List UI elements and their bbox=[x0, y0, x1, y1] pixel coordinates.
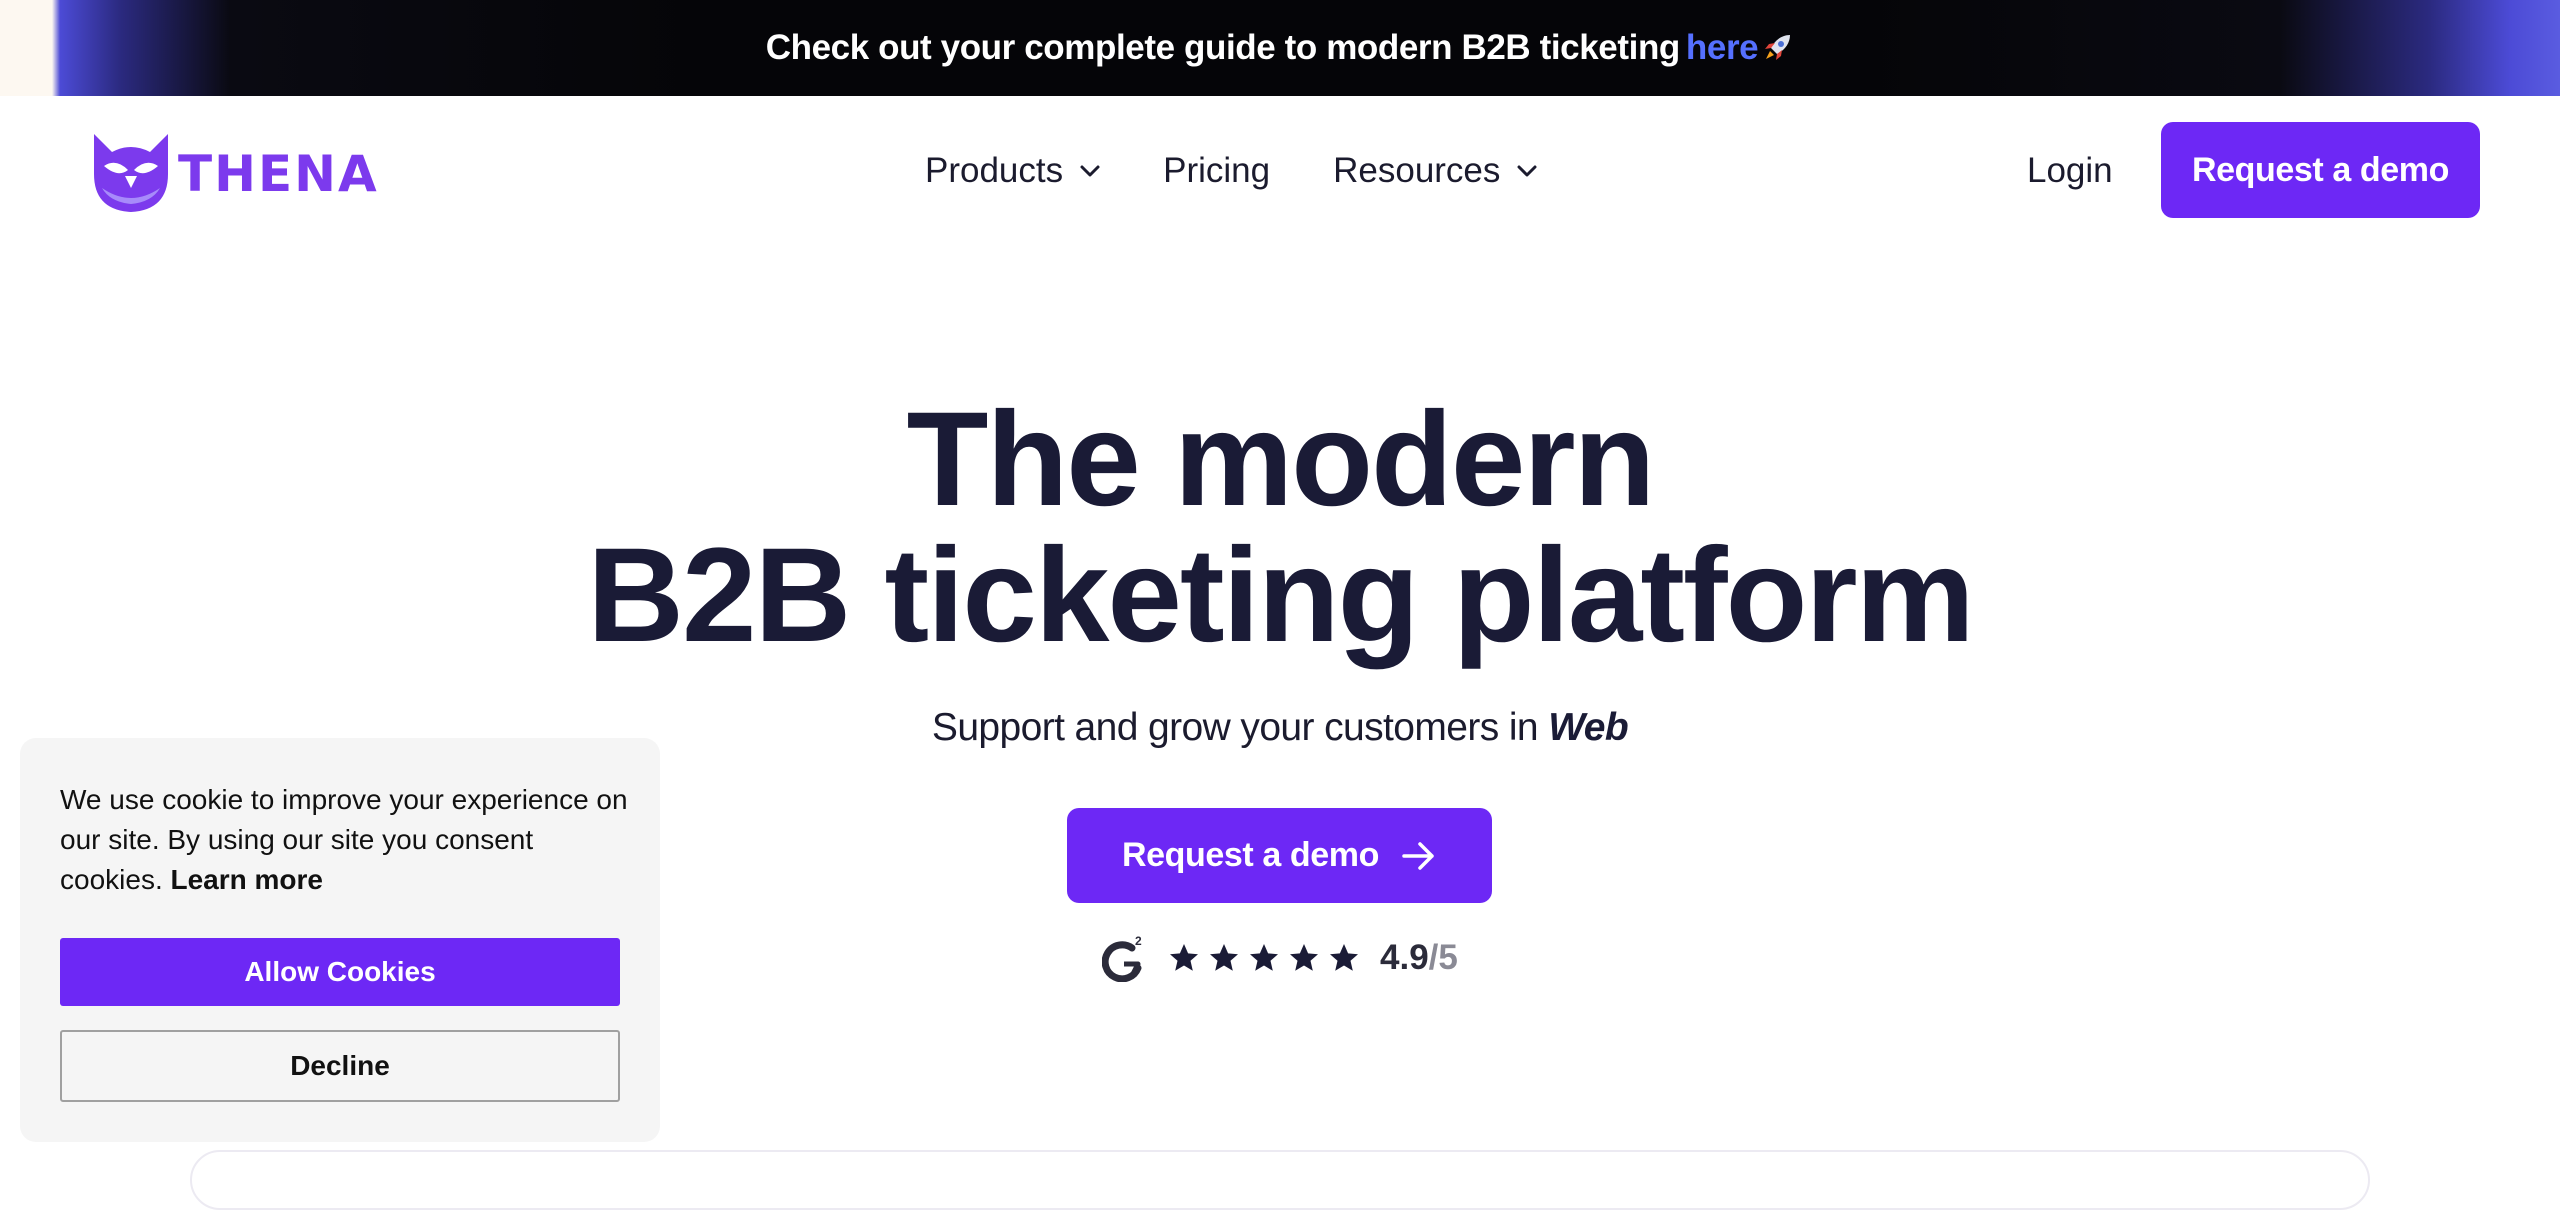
cookie-banner: We use cookie to improve your experience… bbox=[20, 738, 660, 1142]
request-demo-label: Request a demo bbox=[1121, 836, 1380, 874]
announcement-content: Check out your complete guide to modern … bbox=[0, 0, 2560, 96]
nav-menu: Products Pricing Resources bbox=[925, 96, 1538, 246]
request-demo-button-nav[interactable]: Request a demo bbox=[2161, 122, 2480, 218]
hero-title-line2: B2B ticketing platform bbox=[587, 521, 1975, 670]
login-link[interactable]: Login bbox=[2027, 96, 2113, 246]
announcement-text: Check out your complete guide to modern … bbox=[765, 28, 1681, 67]
nav-item-label: Resources bbox=[1333, 151, 1501, 190]
hero-subtitle-rotating-word: Web bbox=[1548, 706, 1629, 749]
g2-icon: 2 bbox=[1102, 934, 1142, 982]
star-icon bbox=[1290, 944, 1318, 971]
star-icon bbox=[1170, 944, 1198, 971]
product-preview-card bbox=[190, 1150, 2370, 1210]
star-icon bbox=[1210, 944, 1238, 971]
decline-cookies-button[interactable]: Decline bbox=[60, 1030, 620, 1102]
announcement-link[interactable]: here bbox=[1686, 28, 1759, 68]
rating-max: /5 bbox=[1428, 938, 1458, 977]
nav-item-resources[interactable]: Resources bbox=[1333, 151, 1538, 191]
learn-more-link[interactable]: Learn more bbox=[171, 864, 324, 895]
announcement-bar: Check out your complete guide to modern … bbox=[0, 0, 2560, 96]
cookie-message: We use cookie to improve your experience… bbox=[60, 780, 630, 900]
owl-logo-icon bbox=[94, 134, 168, 212]
chevron-down-icon bbox=[1080, 165, 1100, 177]
hero-subtitle-text: Support and grow your customers in bbox=[931, 706, 1539, 749]
allow-cookies-button[interactable]: Allow Cookies bbox=[60, 938, 620, 1006]
logo[interactable]: THENA bbox=[90, 130, 379, 214]
star-icon bbox=[1330, 944, 1358, 971]
request-demo-button-hero[interactable]: Request a demo bbox=[1067, 808, 1492, 903]
cookie-text: We use cookie to improve your experience… bbox=[60, 784, 628, 895]
logo-text: THENA bbox=[178, 145, 379, 203]
arrow-right-icon bbox=[1402, 841, 1434, 870]
chevron-down-icon bbox=[1517, 165, 1537, 177]
rating-value: 4.9 bbox=[1380, 938, 1429, 977]
star-icon bbox=[1250, 944, 1278, 971]
nav-item-label: Products bbox=[925, 151, 1064, 190]
navbar: THENA Products Pricing Resources Login R… bbox=[0, 96, 2560, 246]
rocket-icon bbox=[1765, 35, 1791, 60]
nav-item-pricing[interactable]: Pricing bbox=[1163, 151, 1270, 191]
svg-text:2: 2 bbox=[1135, 934, 1142, 948]
hero-title-line1: The modern bbox=[906, 385, 1656, 534]
nav-item-label: Pricing bbox=[1163, 151, 1271, 190]
nav-item-products[interactable]: Products bbox=[925, 151, 1101, 191]
hero-title: The modern B2B ticketing platform bbox=[0, 392, 2560, 664]
g2-rating: 2 4.9 /5 bbox=[1102, 932, 1458, 984]
